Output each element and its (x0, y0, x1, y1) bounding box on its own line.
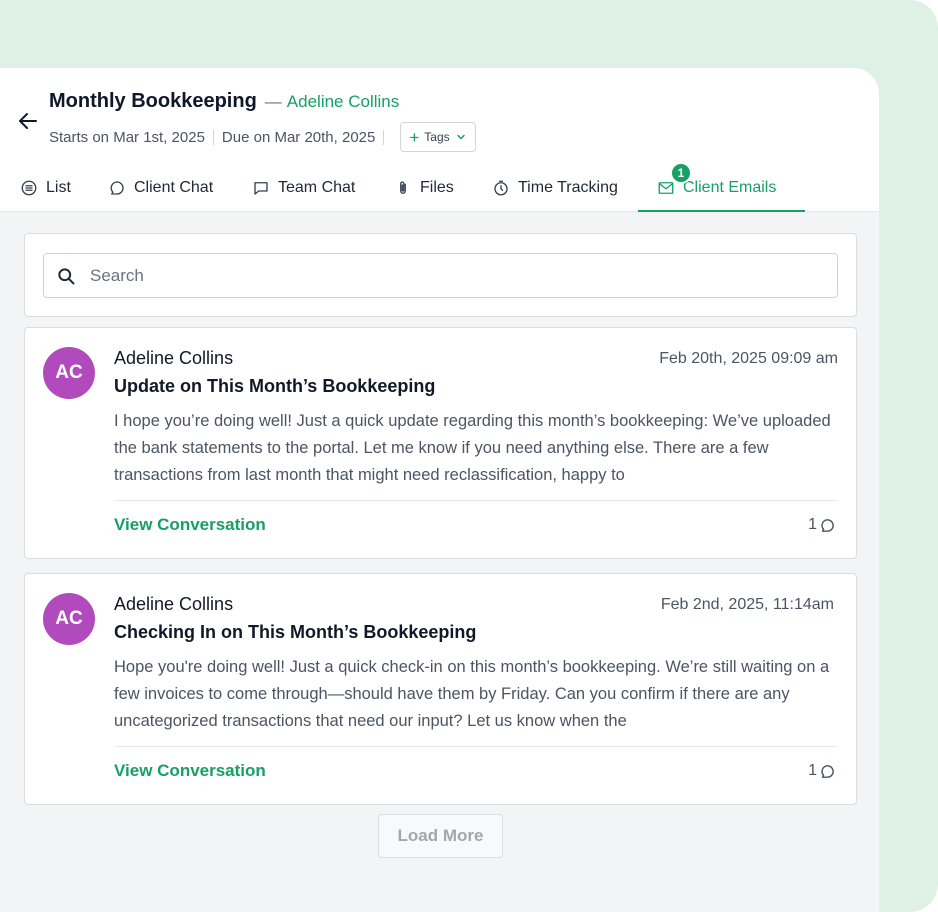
title-separator: — (264, 92, 282, 111)
tab-label: Team Chat (278, 179, 356, 196)
date-divider (383, 129, 385, 145)
email-date: Feb 20th, 2025 09:09 am (659, 350, 838, 367)
email-date: Feb 2nd, 2025, 11:14am (660, 596, 834, 613)
email-subject: Checking In on This Month’s Bookkeeping (114, 622, 477, 642)
task-header: Monthly Bookkeeping — Adeline Collins St… (0, 68, 879, 212)
due-date: Due on Mar 20th, 2025 (221, 128, 376, 146)
tab-label: List (46, 179, 71, 196)
reply-count-value: 1 (808, 762, 817, 779)
tab-label: Client Chat (134, 179, 214, 196)
message-square-icon (254, 182, 268, 195)
search-card (24, 233, 857, 317)
list-icon (21, 180, 37, 196)
paperclip-icon (400, 181, 406, 194)
tab-time-tracking[interactable]: Time Tracking (492, 164, 618, 212)
tab-bar: List Client Chat Team Chat Files Time Tr… (0, 164, 879, 212)
view-conversation-link[interactable]: View Conversation (114, 515, 266, 535)
tab-list[interactable]: List (20, 164, 71, 212)
avatar: AC (43, 347, 95, 399)
date-divider (212, 129, 214, 145)
avatar: AC (43, 593, 95, 645)
client-name-link[interactable]: Adeline Collins (287, 92, 399, 112)
plus-icon: + (409, 127, 420, 147)
email-preview: Hope you're doing well! Just a quick che… (114, 658, 830, 730)
tab-files[interactable]: Files (394, 164, 454, 212)
load-more-button[interactable]: Load More (378, 814, 503, 858)
comment-icon (821, 518, 834, 532)
card-divider (114, 746, 838, 747)
tab-label: Time Tracking (518, 179, 618, 196)
start-date: Starts on Mar 1st, 2025 (49, 128, 205, 146)
email-preview: I hope you’re doing well! Just a quick u… (114, 412, 831, 484)
envelope-icon (658, 182, 674, 194)
active-tab-indicator (638, 210, 805, 212)
tags-button[interactable]: + Tags (400, 122, 476, 152)
card-divider (114, 500, 838, 501)
tags-label: Tags (424, 130, 450, 144)
unread-count-badge: 1 (670, 162, 692, 184)
search-box[interactable] (43, 253, 838, 298)
page-title: Monthly Bookkeeping (49, 90, 257, 112)
reply-count[interactable]: 1 (808, 762, 836, 780)
chevron-down-icon (456, 134, 465, 140)
reply-count-value: 1 (808, 516, 817, 533)
email-sender: Adeline Collins (114, 348, 234, 368)
task-panel: Monthly Bookkeeping — Adeline Collins St… (0, 68, 879, 912)
email-subject: Update on This Month’s Bookkeeping (114, 376, 436, 396)
tab-client-chat[interactable]: Client Chat (108, 164, 213, 212)
view-conversation-link[interactable]: View Conversation (114, 761, 266, 781)
reply-count[interactable]: 1 (808, 516, 836, 534)
dates-row: Starts on Mar 1st, 2025 Due on Mar 20th,… (49, 122, 476, 152)
back-arrow-icon[interactable] (16, 109, 40, 133)
tab-team-chat[interactable]: Team Chat (252, 164, 355, 212)
search-icon (58, 267, 75, 284)
comment-icon (821, 764, 834, 778)
email-card: AC Adeline Collins Update on This Month’… (24, 327, 857, 559)
search-input[interactable] (90, 265, 790, 286)
email-sender: Adeline Collins (114, 594, 234, 614)
title-row: Monthly Bookkeeping — Adeline Collins (49, 90, 399, 113)
tab-label: Client Emails (683, 179, 777, 196)
email-card: AC Adeline Collins Checking In on This M… (24, 573, 857, 805)
timer-icon (494, 180, 508, 196)
chat-bubble-icon (110, 181, 124, 195)
tab-label: Files (420, 179, 454, 196)
